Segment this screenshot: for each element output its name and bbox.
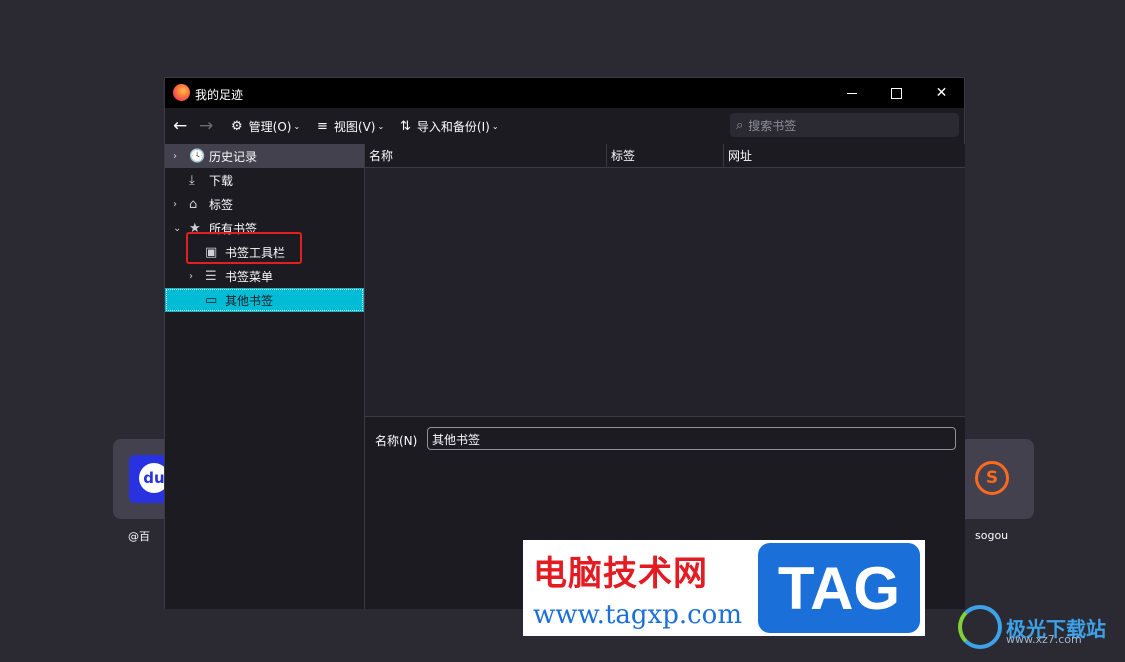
bookmark-list[interactable]: [365, 168, 965, 416]
download-icon: ⤓: [189, 172, 195, 188]
sogou-shortcut-caption: sogou: [975, 529, 1009, 542]
baidu-shortcut-caption: @百: [128, 530, 150, 543]
tree-item-label: 历史记录: [209, 149, 258, 164]
watermark-tag-logo: TAG: [758, 543, 920, 633]
tree-item-history[interactable]: › 🕓 历史记录: [165, 144, 364, 168]
minimize-button[interactable]: [829, 78, 874, 108]
chevron-down-icon: ⌄: [491, 121, 499, 131]
chevron-down-icon: ⌄: [377, 121, 385, 131]
maximize-icon: [891, 87, 902, 99]
watermark-url: www.tagxp.com: [533, 600, 742, 630]
tree-item-other-bookmarks[interactable]: ▭ 其他书签: [165, 288, 364, 312]
column-header-name[interactable]: 名称: [365, 144, 607, 167]
folder-icon: ▭: [205, 292, 218, 308]
title-bar[interactable]: 我的足迹 ✕: [165, 78, 964, 108]
chevron-down-icon: ⌄: [293, 121, 301, 131]
search-bookmarks-input[interactable]: ⌕ 搜索书签: [730, 113, 959, 137]
column-header-url[interactable]: 网址: [724, 144, 965, 167]
chevron-right-icon[interactable]: ›: [173, 151, 177, 162]
tree-item-label: 其他书签: [225, 293, 274, 308]
library-window: 我的足迹 ✕ ← → ⚙ 管理(O) ⌄ ≡ 视图(V) ⌄ ⇅ 导入和备份(I…: [164, 77, 965, 609]
tree-item-downloads[interactable]: ⤓ 下载: [165, 168, 364, 192]
tree-item-bookmarks-menu[interactable]: › ☰ 书签菜单: [165, 264, 364, 288]
tree-item-label: 书签菜单: [225, 269, 274, 284]
tree-item-tags[interactable]: › ⌂ 标签: [165, 192, 364, 216]
maximize-button[interactable]: [874, 78, 919, 108]
clock-icon: 🕓: [189, 148, 206, 164]
site-url: www.xz7.com: [1006, 633, 1082, 646]
forward-arrow-icon: →: [199, 116, 214, 136]
sogou-logo-text: S: [985, 468, 999, 488]
minimize-icon: [846, 92, 857, 94]
chevron-down-icon[interactable]: ⌄: [173, 223, 181, 234]
forward-button[interactable]: →: [199, 108, 213, 144]
watermark-banner: 电脑技术网 www.tagxp.com TAG: [523, 540, 925, 636]
back-button[interactable]: ←: [173, 108, 187, 144]
firefox-icon: [173, 84, 190, 101]
gear-icon: ⚙: [231, 118, 243, 134]
column-header-tags[interactable]: 标签: [607, 144, 724, 167]
tree-item-label: 下载: [209, 173, 234, 188]
import-backup-menu-button[interactable]: ⇅ 导入和备份(I) ⌄: [400, 108, 499, 144]
annotation-highlight-box: [186, 232, 302, 264]
swirl-logo-icon: [958, 605, 1002, 649]
window-title: 我的足迹: [195, 88, 244, 102]
menu-list-icon: ☰: [205, 268, 217, 284]
watermark-cn-text: 电脑技术网: [533, 554, 708, 594]
sogou-logo-icon: S: [975, 461, 1009, 495]
back-arrow-icon: ←: [173, 116, 188, 136]
tree-item-label: 标签: [209, 197, 234, 212]
sort-arrows-icon: ⇅: [400, 118, 411, 134]
close-icon: ✕: [935, 85, 948, 101]
list-icon: ≡: [317, 118, 328, 134]
tag-icon: ⌂: [189, 196, 198, 212]
name-field-label: 名称(N): [375, 434, 418, 448]
toolbar: ← → ⚙ 管理(O) ⌄ ≡ 视图(V) ⌄ ⇅ 导入和备份(I) ⌄ ⌕ 搜…: [165, 108, 964, 144]
places-tree: › 🕓 历史记录 ⤓ 下载 › ⌂ 标签 ⌄ ★ 所有书签 ▣ 书签工具栏 › …: [165, 144, 365, 609]
search-icon: ⌕: [736, 117, 744, 133]
chevron-right-icon[interactable]: ›: [173, 199, 177, 210]
view-menu-label: 视图(V): [333, 119, 376, 134]
manage-menu-button[interactable]: ⚙ 管理(O) ⌄: [231, 108, 300, 144]
view-menu-button[interactable]: ≡ 视图(V) ⌄: [317, 108, 384, 144]
close-button[interactable]: ✕: [919, 78, 964, 108]
name-field[interactable]: 其他书签: [427, 427, 956, 450]
search-placeholder: 搜索书签: [748, 118, 797, 133]
manage-menu-label: 管理(O): [248, 119, 292, 134]
bookmark-list-header: 名称 标签 网址: [365, 144, 965, 168]
import-backup-menu-label: 导入和备份(I): [416, 119, 490, 134]
chevron-right-icon[interactable]: ›: [189, 271, 193, 282]
